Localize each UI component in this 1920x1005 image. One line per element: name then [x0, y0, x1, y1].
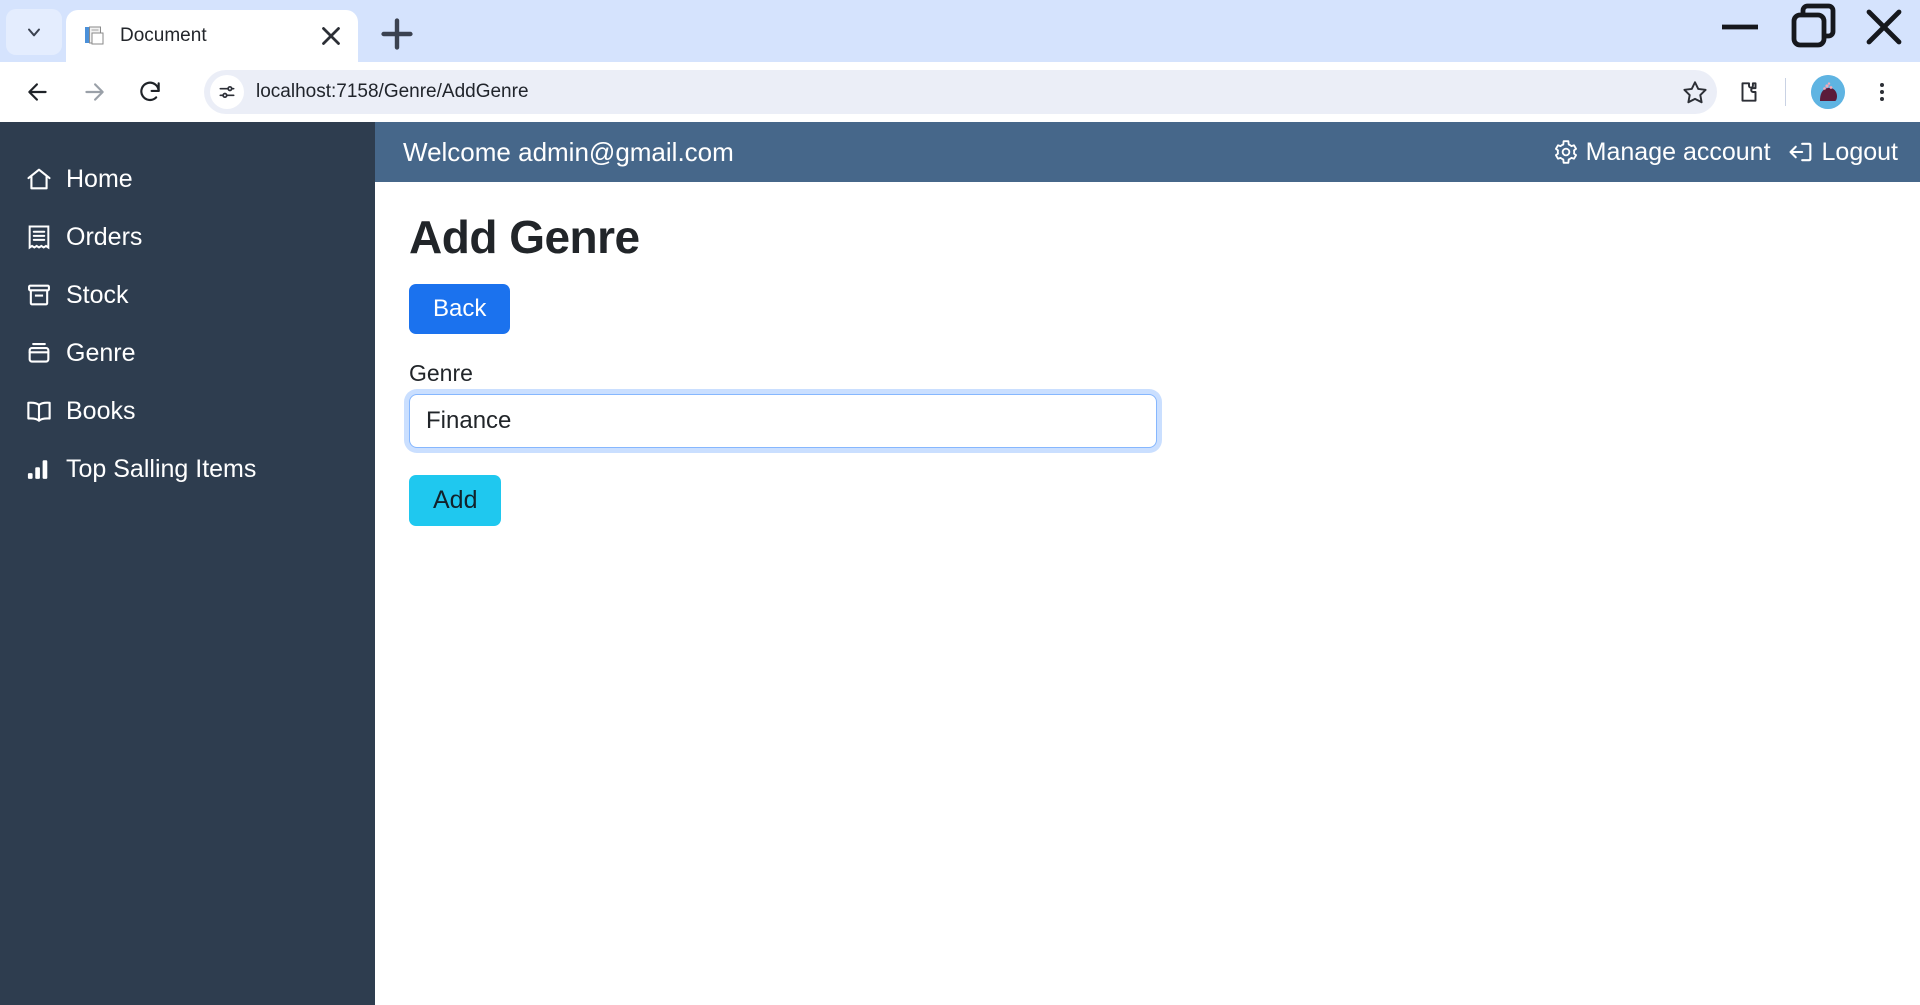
tab-search-button[interactable] — [6, 9, 62, 55]
puzzle-icon — [1741, 82, 1757, 102]
header-actions: Manage account Logout — [1553, 138, 1898, 167]
sidebar-item-home[interactable]: Home — [0, 150, 375, 208]
home-icon — [24, 164, 54, 194]
sidebar-item-top-salling-items[interactable]: Top Salling Items — [0, 440, 375, 498]
sidebar-item-orders[interactable]: Orders — [0, 208, 375, 266]
logout-link[interactable]: Logout — [1787, 138, 1898, 167]
star-icon — [1683, 81, 1707, 104]
site-settings-button[interactable] — [210, 75, 244, 109]
bookmark-button[interactable] — [1671, 68, 1719, 116]
sidebar: Home Orders Stock Genre Books Top Sallin… — [0, 122, 375, 1005]
sidebar-item-stock[interactable]: Stock — [0, 266, 375, 324]
book-open-icon — [24, 396, 54, 426]
sidebar-item-label: Genre — [66, 338, 136, 367]
content-column: Welcome admin@gmail.com Manage account L… — [375, 122, 1920, 1005]
profile-button[interactable] — [1804, 68, 1852, 116]
three-dots-vertical-icon — [1880, 83, 1884, 101]
url-text: localhost:7158/Genre/AddGenre — [256, 81, 529, 102]
minimize-button[interactable] — [1704, 0, 1776, 54]
chevron-down-icon — [28, 28, 40, 37]
avatar — [1811, 75, 1845, 109]
manage-account-link[interactable]: Manage account — [1553, 138, 1771, 167]
page-viewport: Home Orders Stock Genre Books Top Sallin… — [0, 122, 1920, 1005]
welcome-text: Welcome admin@gmail.com — [403, 136, 734, 167]
browser-tab[interactable]: Document — [66, 10, 358, 62]
document-favicon — [84, 25, 106, 47]
archive-icon — [24, 280, 54, 310]
tab-close-button[interactable] — [316, 21, 346, 51]
document-favicon-glyph — [85, 26, 104, 45]
browser-toolbar: localhost:7158/Genre/AddGenre — [0, 62, 1920, 122]
sidebar-item-label: Stock — [66, 280, 129, 309]
sidebar-item-label: Home — [66, 164, 133, 193]
main-content: Add Genre Back Genre Add — [375, 182, 1920, 1005]
sidebar-item-books[interactable]: Books — [0, 382, 375, 440]
receipt-icon — [24, 222, 54, 252]
close-icon — [322, 27, 340, 45]
window-controls — [1704, 0, 1920, 54]
browser-menu-button[interactable] — [1858, 68, 1906, 116]
arrow-left-icon — [28, 83, 47, 101]
minimize-icon — [1722, 24, 1758, 30]
gear-icon — [1554, 140, 1577, 164]
bar-chart-icon — [24, 454, 54, 484]
add-button[interactable]: Add — [409, 475, 502, 526]
forward-nav-button[interactable] — [70, 68, 118, 116]
close-icon — [1866, 9, 1902, 45]
restore-icon — [1791, 3, 1836, 48]
address-bar[interactable]: localhost:7158/Genre/AddGenre — [204, 70, 1717, 114]
page-title: Add Genre — [409, 211, 640, 263]
window-close-button[interactable] — [1848, 0, 1920, 54]
manage-account-label: Manage account — [1585, 137, 1771, 166]
reload-button[interactable] — [126, 68, 174, 116]
site-settings-icon — [219, 86, 235, 99]
sidebar-item-label: Books — [66, 396, 136, 425]
genre-field-label: Genre — [409, 360, 473, 386]
extensions-button[interactable] — [1725, 68, 1773, 116]
back-nav-button[interactable] — [14, 68, 62, 116]
inbox-icon — [24, 338, 54, 368]
tab-strip: Document — [0, 0, 1920, 62]
maximize-button[interactable] — [1776, 0, 1848, 54]
browser-window: Document localhost:7158/Genre/AddGenre H… — [0, 0, 1920, 1005]
genre-input-wrapper — [409, 394, 1157, 448]
reload-icon — [140, 81, 160, 102]
toolbar-divider — [1785, 78, 1786, 106]
back-button[interactable]: Back — [409, 284, 511, 334]
arrow-right-icon — [85, 83, 104, 101]
new-tab-button[interactable] — [374, 11, 420, 57]
tab-title: Document — [120, 25, 207, 46]
logout-label: Logout — [1821, 137, 1898, 166]
sign-out-icon — [1788, 142, 1811, 162]
plus-icon — [381, 18, 413, 50]
app-header: Welcome admin@gmail.com Manage account L… — [375, 122, 1920, 182]
avatar-icon — [1811, 75, 1845, 109]
sidebar-item-label: Top Salling Items — [66, 454, 257, 483]
genre-input[interactable] — [409, 394, 1157, 448]
sidebar-item-label: Orders — [66, 222, 143, 251]
sidebar-item-genre[interactable]: Genre — [0, 324, 375, 382]
